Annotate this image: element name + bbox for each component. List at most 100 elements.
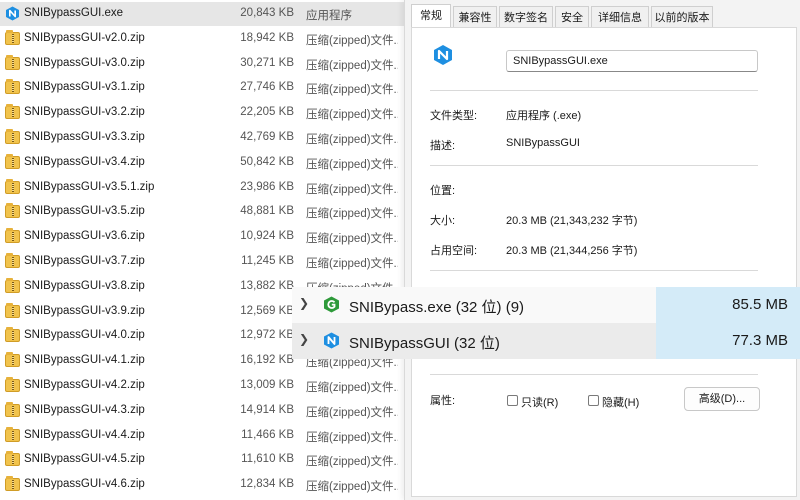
readonly-label: 只读(R) [521,397,559,409]
file-size: 20,843 KB [240,7,294,19]
file-row[interactable]: SNIBypassGUI.exe 20,843 KB 应用程序 [0,2,404,26]
file-size: 48,881 KB [240,205,294,218]
disk-size-value: 20.3 MB (21,344,256 字节) [506,245,638,257]
file-size: 13,882 KB [240,279,294,292]
file-size: 11,466 KB [241,428,294,441]
tab-digital-signatures[interactable]: 数字签名 [499,6,553,28]
file-row[interactable]: SNIBypassGUI-v3.4.zip 50,842 KB 压缩(zipped)… [0,151,404,175]
description-label: 描述: [430,140,456,152]
zip-folder-icon [5,29,20,45]
file-size: 13,009 KB [240,379,294,391]
file-size: 16,192 KB [240,354,294,367]
file-row[interactable]: SNIBypassGUI-v3.6.zip 10,924 KB 压缩(zipped)… [0,225,404,249]
file-size: 27,746 KB [240,81,294,94]
file-size: 11,245 KB [241,255,294,267]
file-name: SNIBypassGUI-v3.7.zip [24,255,145,267]
file-row[interactable]: SNIBypassGUI-v3.7.zip 11,245 KB 压缩(zipped)… [0,250,404,274]
file-row[interactable]: SNIBypassGUI-v3.0.zip 30,271 KB 压缩(zipped)… [0,52,404,76]
process-name: SNIBypass.exe (32 位) (9) [349,299,525,316]
expand-chevron-icon[interactable]: ❯ [299,332,309,346]
file-row[interactable]: SNIBypassGUI-v4.4.zip 11,466 KB 压缩(zipped)… [0,424,404,448]
file-size: 50,842 KB [240,155,294,168]
snibypass-process-icon [324,296,339,313]
file-row[interactable]: SNIBypassGUI-v3.5.zip 48,881 KB 压缩(zipped)… [0,200,404,224]
file-name: SNIBypassGUI-v3.4.zip [24,155,145,168]
hidden-checkbox[interactable] [588,395,599,406]
file-type: 压缩(zipped)文件... [306,134,398,146]
file-row[interactable]: SNIBypassGUI-v3.1.zip 27,746 KB 压缩(zipped)… [0,76,404,100]
zip-folder-icon [5,302,20,318]
app-icon [324,332,339,349]
memory-cell: 77.3 MB [656,323,800,359]
file-size: 11,610 KB [241,453,294,466]
file-name: SNIBypassGUI-v3.5.1.zip [24,180,155,193]
file-name: SNIBypassGUI-v3.0.zip [24,56,145,69]
hidden-label: 隐藏(H) [602,397,640,409]
file-name: SNIBypassGUI-v3.3.zip [24,131,145,143]
general-tab-panel: SNIBypassGUI.exe 文件类型: 应用程序 (.exe) 描述: S… [411,27,797,497]
file-name: SNIBypassGUI-v3.6.zip [24,230,145,243]
file-size: 30,271 KB [240,56,294,69]
file-type: 应用程序 [306,10,352,22]
location-label: 位置: [430,185,456,197]
file-size: 23,986 KB [240,180,294,193]
file-name: SNIBypassGUI-v4.5.zip [24,453,145,466]
zip-folder-icon [5,228,20,244]
zip-folder-icon [5,476,20,492]
file-name: SNIBypassGUI-v4.1.zip [24,354,145,367]
file-type: 压缩(zipped)文件... [306,431,398,444]
file-row[interactable]: SNIBypassGUI-v3.2.zip 22,205 KB 压缩(zipped)… [0,101,404,125]
separator [430,165,758,166]
file-name: SNIBypassGUI-v4.4.zip [24,428,145,441]
file-type-label: 文件类型: [430,110,478,122]
process-row-snibypassgui[interactable]: ❯ SNIBypassGUI (32 位) 77.3 MB [292,323,800,359]
file-type: 压缩(zipped)文件... [306,109,398,122]
zip-folder-icon [5,129,20,144]
advanced-button[interactable]: 高级(D)... [684,387,760,411]
zip-folder-icon [5,104,20,120]
tab-details[interactable]: 详细信息 [591,6,649,28]
file-type: 压缩(zipped)文件... [306,158,398,171]
file-size: 10,924 KB [240,230,294,243]
zip-folder-icon [5,277,20,293]
zip-folder-icon [5,253,20,268]
file-name: SNIBypassGUI-v3.8.zip [24,279,145,292]
file-name: SNIBypassGUI-v3.5.zip [24,205,145,218]
tab-compatibility[interactable]: 兼容性 [453,6,497,28]
file-name: SNIBypassGUI-v4.3.zip [24,403,145,416]
file-name: SNIBypassGUI-v2.0.zip [24,31,145,44]
file-row[interactable]: SNIBypassGUI-v2.0.zip 18,942 KB 压缩(zipped)… [0,27,404,51]
file-type: 压缩(zipped)文件... [306,233,398,246]
memory-value: 85.5 MB [732,296,788,313]
properties-dialog: 常规 兼容性 数字签名 安全 详细信息 以前的版本 SNIBypassGUI.e… [404,0,800,500]
file-row[interactable]: SNIBypassGUI-v4.5.zip 11,610 KB 压缩(zipped)… [0,448,404,472]
file-name: SNIBypassGUI-v4.2.zip [24,379,145,391]
tab-previous-versions[interactable]: 以前的版本 [651,6,713,28]
file-row[interactable]: SNIBypassGUI-v4.2.zip 13,009 KB 压缩(zipped)… [0,374,404,398]
memory-cell: 85.5 MB [656,287,800,323]
file-name-field[interactable]: SNIBypassGUI.exe [506,50,758,72]
file-name: SNIBypassGUI-v3.9.zip [24,304,145,317]
tab-general[interactable]: 常规 [411,4,451,29]
zip-folder-icon [5,153,20,169]
expand-chevron-icon[interactable]: ❯ [299,296,309,310]
file-type: 压缩(zipped)文件... [306,456,398,469]
file-row[interactable]: SNIBypassGUI-v3.5.1.zip 23,986 KB 压缩(zippe… [0,176,404,200]
zip-folder-icon [5,352,20,368]
file-type: 压缩(zipped)文件... [306,481,398,494]
file-row[interactable]: SNIBypassGUI-v3.3.zip 42,769 KB 压缩(zipped)… [0,126,404,150]
file-row[interactable]: SNIBypassGUI-v4.6.zip 12,834 KB 压缩(zipped)… [0,473,404,497]
attributes-label: 属性: [430,395,456,407]
file-type: 压缩(zipped)文件... [306,183,398,196]
file-type: 压缩(zipped)文件... [306,34,398,47]
file-name: SNIBypassGUI-v4.0.zip [24,329,145,342]
tab-security[interactable]: 安全 [555,6,589,28]
disk-size-label: 占用空间: [430,245,478,257]
readonly-checkbox[interactable] [507,395,518,406]
file-name: SNIBypassGUI.exe [24,7,124,19]
process-row-snibypass[interactable]: ❯ SNIBypass.exe (32 位) (9) 85.5 MB [292,287,800,323]
zip-folder-icon [5,327,20,343]
process-name: SNIBypassGUI (32 位) [349,335,500,352]
file-size: 22,205 KB [240,106,294,119]
file-row[interactable]: SNIBypassGUI-v4.3.zip 14,914 KB 压缩(zipped)… [0,399,404,423]
